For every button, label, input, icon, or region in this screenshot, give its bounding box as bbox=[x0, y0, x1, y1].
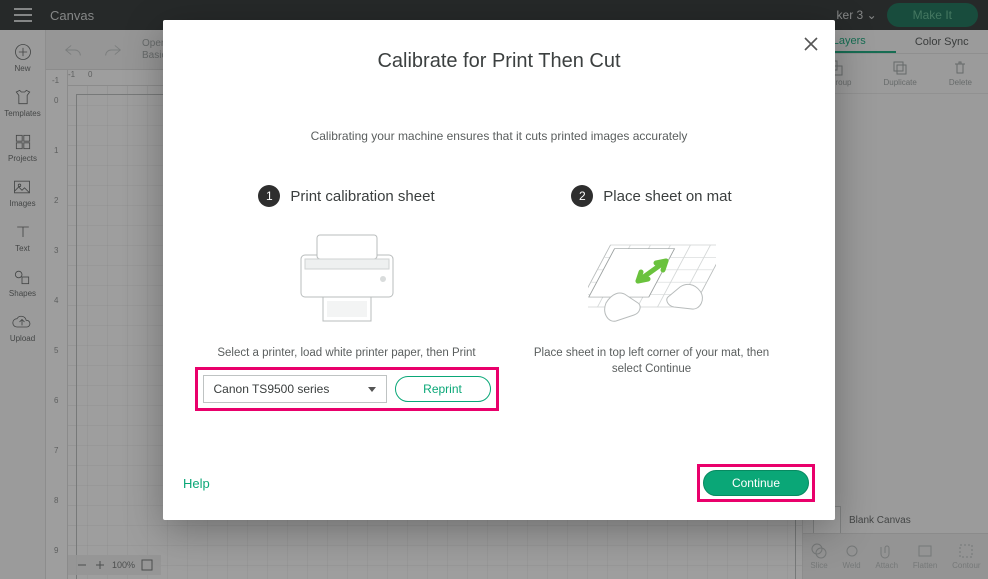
step-2-desc: Place sheet in top left corner of your m… bbox=[534, 345, 769, 377]
printer-select[interactable]: Canon TS9500 series bbox=[203, 375, 387, 403]
printer-icon bbox=[283, 221, 411, 331]
modal-title: Calibrate for Print Then Cut bbox=[199, 50, 799, 73]
step-2-heading: Place sheet on mat bbox=[603, 188, 731, 205]
printer-illustration bbox=[283, 221, 411, 331]
continue-button[interactable]: Continue bbox=[703, 470, 809, 496]
step-1-badge: 1 bbox=[258, 185, 280, 207]
step-2-badge: 2 bbox=[571, 185, 593, 207]
step-2: 2 Place sheet on mat bbox=[504, 185, 799, 403]
calibration-modal: Calibrate for Print Then Cut Calibrating… bbox=[163, 20, 835, 520]
step-1: 1 Print calibration sheet Select a print… bbox=[199, 185, 494, 403]
help-link[interactable]: Help bbox=[183, 476, 210, 491]
mat-icon bbox=[588, 221, 716, 331]
mat-illustration bbox=[588, 221, 716, 331]
step-1-desc: Select a printer, load white printer pap… bbox=[217, 345, 475, 361]
caret-down-icon bbox=[368, 387, 376, 392]
close-icon bbox=[804, 37, 818, 51]
reprint-button[interactable]: Reprint bbox=[395, 376, 491, 402]
close-button[interactable] bbox=[801, 34, 821, 54]
step-1-heading: Print calibration sheet bbox=[290, 188, 434, 205]
printer-select-value: Canon TS9500 series bbox=[214, 382, 330, 396]
modal-subtitle: Calibrating your machine ensures that it… bbox=[199, 129, 799, 143]
